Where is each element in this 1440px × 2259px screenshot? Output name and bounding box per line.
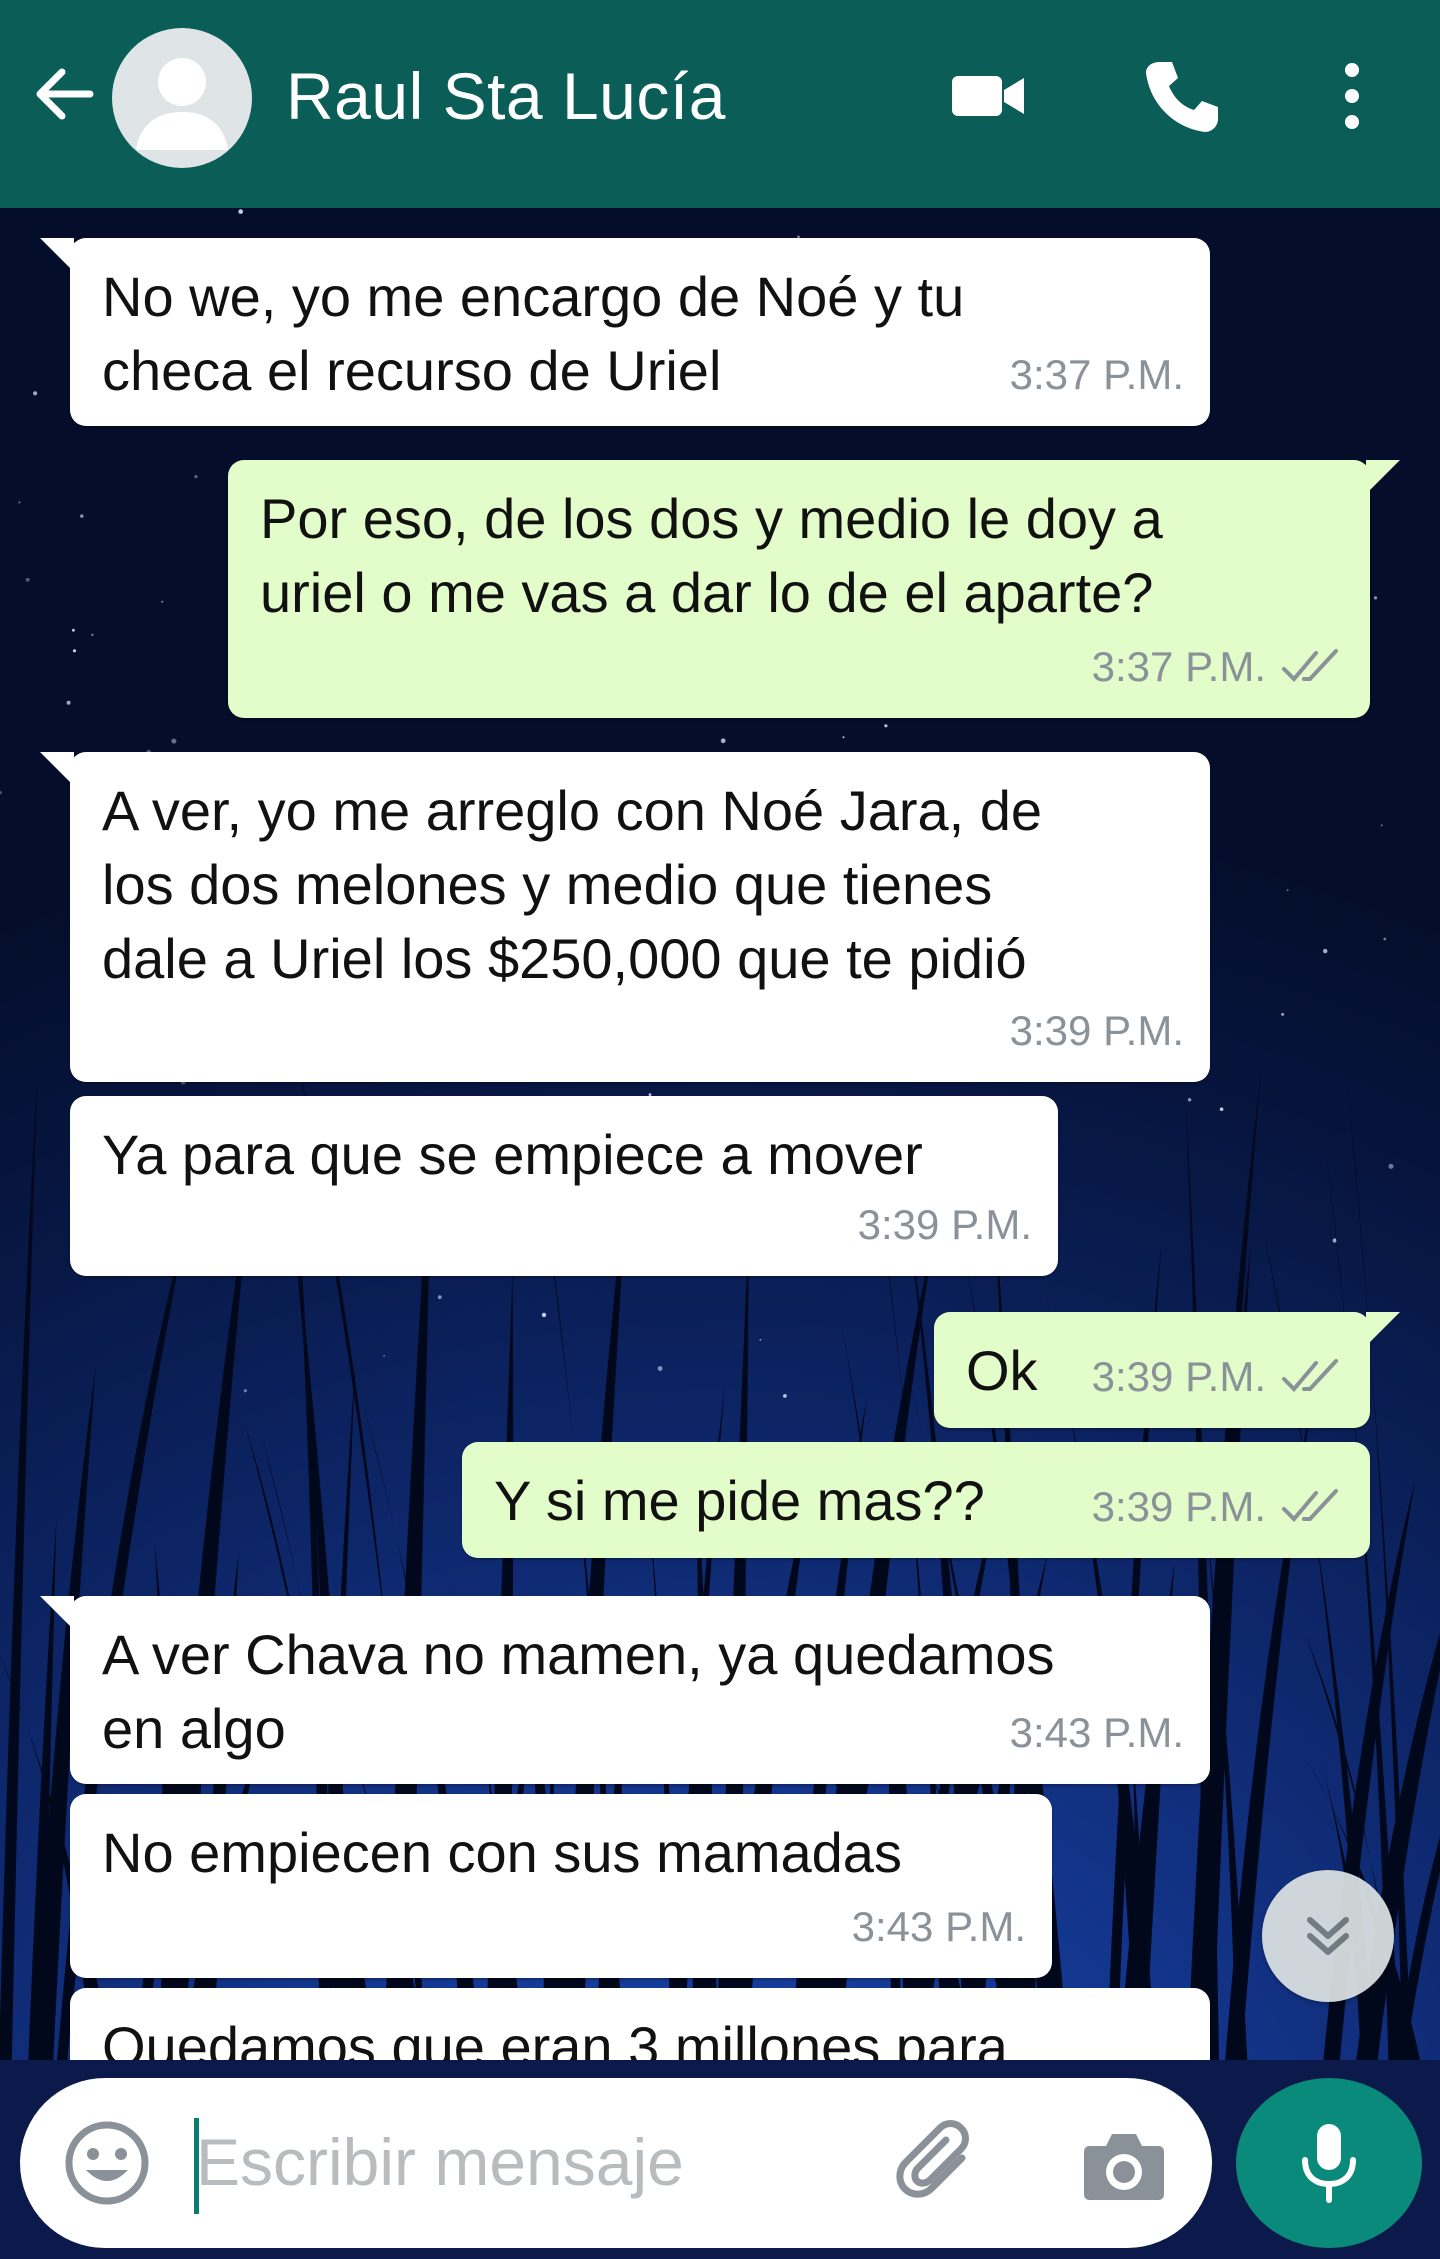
message-meta: 3:43 P.M. [1010,1696,1184,1770]
paperclip-icon[interactable] [892,2118,988,2214]
grass-blade [0,1075,38,2060]
grass-blade [1184,1092,1220,2060]
message-time: 3:39 P.M. [1091,1483,1266,1530]
bubble-tail [40,1596,74,1630]
more-vert-icon[interactable] [1312,56,1392,136]
message-input[interactable]: Escribir mensaje [196,2124,684,2200]
message-incoming[interactable]: Ya para que se empiece a mover 3:39 P.M. [70,1096,1058,1276]
message-text: Quedamos que eran 3 millones para [102,2015,1008,2060]
message-time: 3:39 P.M. [1009,1007,1184,1054]
message-time: 3:37 P.M. [1091,643,1266,690]
mic-button[interactable] [1236,2078,1422,2248]
message-incoming[interactable]: Quedamos que eran 3 millones para [70,1988,1210,2060]
message-meta: 3:39 P.M. [1092,1470,1344,1544]
scroll-to-bottom-button[interactable] [1262,1870,1394,2002]
chat-area[interactable]: No we, yo me encargo de Noé y tu checa e… [0,208,1440,2060]
message-meta: 3:39 P.M. [1010,994,1184,1068]
message-text: A ver, yo me arreglo con Noé Jara, de lo… [102,779,1043,990]
double-check-icon [1282,649,1338,682]
bubble-tail [1366,1312,1400,1346]
bubble-tail [40,238,74,272]
message-incoming[interactable]: A ver, yo me arreglo con Noé Jara, de lo… [40,752,1210,1082]
message-time: 3:37 P.M. [1009,351,1184,398]
message-meta: 3:39 P.M. [858,1188,1032,1262]
back-arrow-icon[interactable] [28,58,100,130]
message-meta: 3:43 P.M. [852,1890,1026,1964]
emoji-icon[interactable] [62,2118,152,2208]
chevron-double-down-icon [1307,1917,1349,1955]
message-time: 3:43 P.M. [1009,1709,1184,1756]
contact-name[interactable]: Raul Sta Lucía [286,58,726,134]
bubble-tail [1366,460,1400,494]
message-time: 3:39 P.M. [857,1201,1032,1248]
message-incoming[interactable]: No empiecen con sus mamadas 3:43 P.M. [70,1794,1052,1978]
double-check-icon [1282,1489,1338,1522]
message-meta: 3:37 P.M. [1010,338,1184,412]
message-text: Ya para que se empiece a mover [102,1123,923,1186]
message-time: 3:43 P.M. [851,1903,1026,1950]
mic-icon [1302,2124,1356,2203]
avatar-icon [136,58,228,150]
message-outgoing[interactable]: Por eso, de los dos y medio le doy a uri… [228,460,1400,718]
message-meta: 3:37 P.M. [1092,630,1344,704]
chat-header: Raul Sta Lucía [0,0,1440,208]
message-text: No empiecen con sus mamadas [102,1821,902,1884]
message-outgoing[interactable]: Ok 3:39 P.M. [934,1312,1400,1428]
message-incoming[interactable]: A ver Chava no mamen, ya quedamos en alg… [40,1596,1210,1784]
message-outgoing[interactable]: Y si me pide mas?? 3:39 P.M. [462,1442,1370,1558]
bubble-tail [40,752,74,786]
message-meta: 3:39 P.M. [1092,1340,1344,1414]
message-composer[interactable]: Escribir mensaje [20,2078,1212,2248]
message-text: Por eso, de los dos y medio le doy a uri… [260,487,1163,624]
camera-icon[interactable] [1076,2118,1172,2214]
double-check-icon [1282,1359,1338,1392]
message-time: 3:39 P.M. [1091,1353,1266,1400]
video-call-icon[interactable] [948,56,1028,136]
message-incoming[interactable]: No we, yo me encargo de Noé y tu checa e… [40,238,1210,426]
avatar[interactable] [112,28,252,168]
phone-icon[interactable] [1142,56,1222,136]
